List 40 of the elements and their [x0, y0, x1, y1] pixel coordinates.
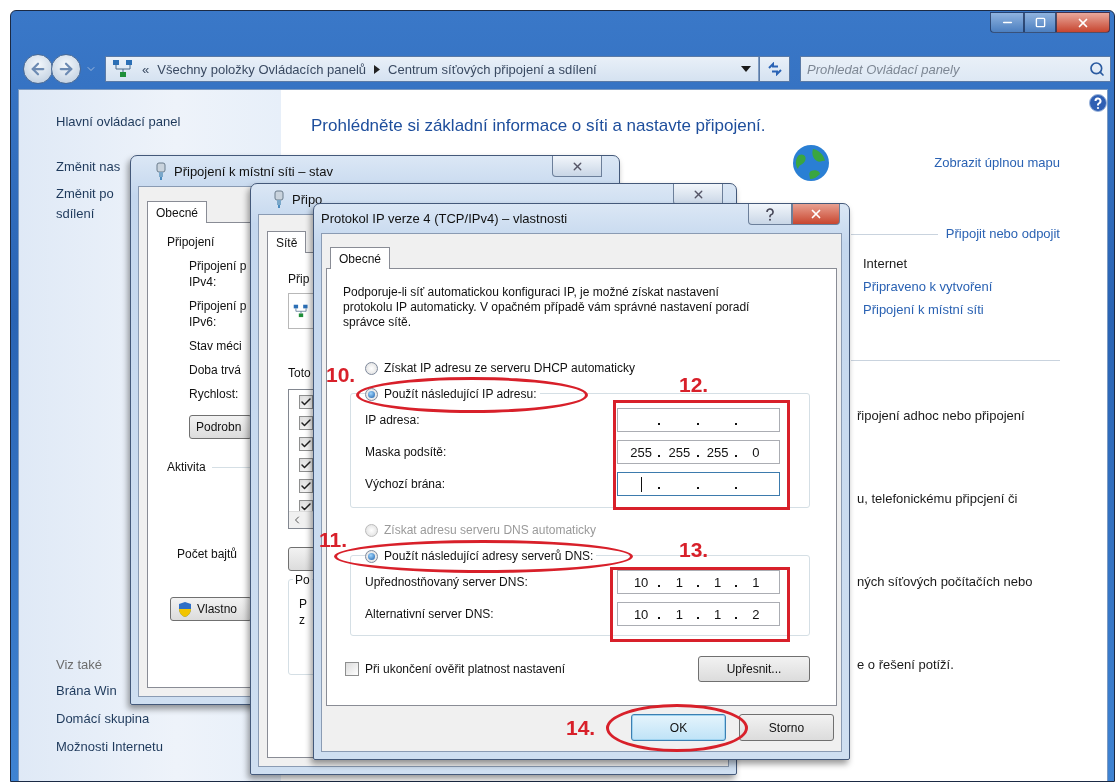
status-label: Rychlost:	[189, 386, 239, 402]
dialog-title: Připo	[292, 191, 323, 207]
items-label: Toto	[288, 365, 311, 381]
section-title: Připojení	[167, 234, 215, 250]
step-number: 10.	[326, 363, 356, 387]
radio-label: Použít následující IP adresu:	[384, 386, 537, 402]
bytes-label: Počet bajtů	[177, 546, 238, 562]
status-label: Připojení p	[189, 258, 247, 274]
step-number: 12.	[679, 373, 709, 397]
radio-label: Získat IP adresu ze serveru DHCP automaticky	[384, 360, 635, 376]
dialog-title: Protokol IP verze 4 (TCP/IPv4) – vlastnosti	[321, 211, 568, 226]
access-type: Internet	[863, 255, 909, 273]
step-number: 13.	[679, 538, 709, 562]
step-number: 11.	[319, 528, 348, 552]
field-label: Upřednostňovaný server DNS:	[365, 574, 528, 590]
checkbox-label: Při ukončení ověřit platnost nastavení	[365, 661, 566, 677]
status-label: Připojení p	[189, 298, 247, 314]
status-label: IPv4:	[189, 274, 217, 290]
status-label: Stav méci	[189, 338, 242, 354]
field-label: IP adresa:	[365, 412, 420, 428]
status-label: Doba trvá	[189, 362, 242, 378]
step-number: 14.	[566, 716, 596, 740]
description-text: P	[299, 596, 307, 612]
task-description: e o řešení potíží.	[857, 656, 954, 674]
activity-title: Aktivita	[167, 459, 206, 475]
status-label: IPv6:	[189, 314, 217, 330]
connect-using-label: Přip	[288, 271, 310, 287]
description-text: z	[299, 612, 305, 628]
dialog-title: Připojení k místní síti – stav	[174, 163, 333, 179]
page-heading: Prohlédněte si základní informace o síti a nastavte připojení.	[311, 115, 767, 137]
field-label: Alternativní server DNS:	[365, 606, 494, 622]
task-description: ných síťových počítačích nebo	[857, 573, 1033, 591]
task-description: u, telefonickému připcjení či	[857, 490, 1018, 508]
see-also-title: Viz také	[56, 657, 103, 673]
radio-label: Získat adresu serveru DNS automaticky	[384, 522, 597, 538]
description-text: Podporuje-li síť automatickou konfiguraci IP, je možné získat nastavení protokolu IP automaticky. V opačném případě vám správné nastavení poradí správce sítě.	[343, 285, 751, 330]
field-label: Výchozí brána:	[365, 476, 446, 492]
task-description: řipojení adhoc nebo připojení	[857, 407, 1025, 425]
field-label: Maska podsítě:	[365, 444, 447, 460]
radio-label: Použít následující adresy serverů DNS:	[384, 548, 594, 564]
